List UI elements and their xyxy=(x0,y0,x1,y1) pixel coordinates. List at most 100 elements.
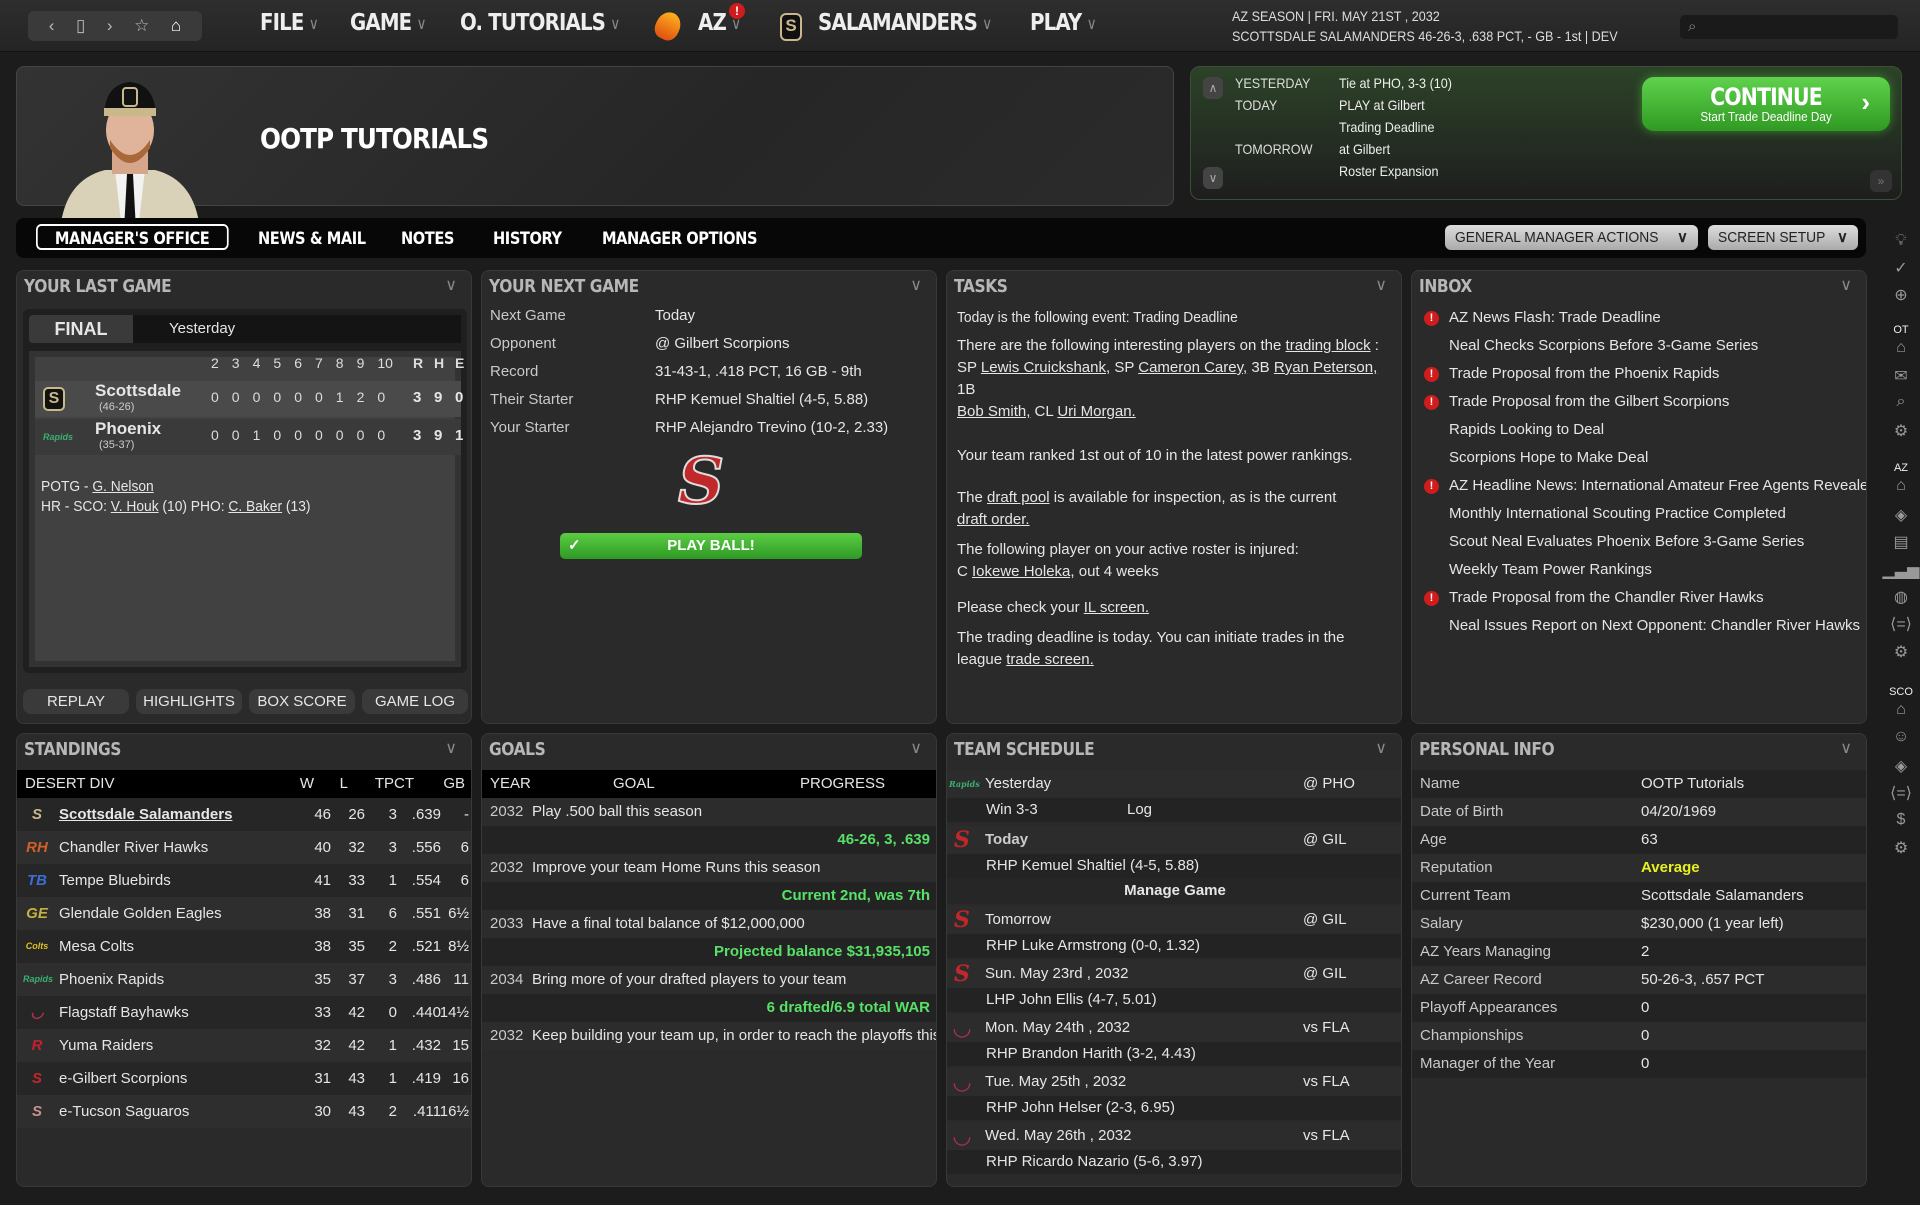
chevron-down-icon[interactable]: ∨ xyxy=(910,275,922,295)
player-link[interactable]: Cameron Carey, xyxy=(1138,359,1247,376)
inbox-item[interactable]: ! Trade Proposal from the Gilbert Scorpio… xyxy=(1412,393,1866,417)
page-icon[interactable]: ▯ xyxy=(76,16,85,36)
team-name[interactable]: Phoenix xyxy=(95,419,161,439)
home-icon[interactable]: ⌂ xyxy=(1882,701,1920,719)
gm-actions-dropdown[interactable]: GENERAL MANAGER ACTIONS ∨ xyxy=(1445,225,1698,250)
checkmark-icon[interactable]: ✓ xyxy=(1882,258,1920,278)
standings-row[interactable]: TB Tempe Bluebirds 41 33 1 .554 6 xyxy=(17,864,471,897)
chevron-down-icon[interactable]: ∨ xyxy=(1840,275,1852,295)
play-ball-button[interactable]: ✓ PLAY BALL! xyxy=(560,533,862,559)
inbox-item[interactable]: Neal Checks Scorpions Before 3-Game Seri… xyxy=(1412,337,1866,361)
search-input[interactable]: ⌕ xyxy=(1680,15,1898,39)
hr-sco-link[interactable]: V. Houk xyxy=(111,498,159,515)
standings-row[interactable]: S Scottsdale Salamanders 46 26 3 .639 - xyxy=(17,798,471,831)
back-icon[interactable]: ‹ xyxy=(49,16,55,36)
game-log-link[interactable]: Log xyxy=(1127,798,1152,822)
chevron-down-icon[interactable]: ∨ xyxy=(910,738,922,758)
trade-icon[interactable]: ⟨=⟩ xyxy=(1882,783,1920,803)
team-name[interactable]: Scottsdale xyxy=(95,381,181,401)
manage-game-button[interactable]: Manage Game xyxy=(947,878,1401,904)
box-score-button[interactable]: BOX SCORE xyxy=(249,689,355,714)
mail-icon[interactable]: ✉ xyxy=(1882,366,1920,386)
team-name[interactable]: e-Tucson Saguaros xyxy=(59,1095,189,1128)
inbox-item[interactable]: Scout Neal Evaluates Phoenix Before 3-Ga… xyxy=(1412,533,1866,557)
column-header[interactable]: W xyxy=(300,770,314,798)
star-icon[interactable]: ☆ xyxy=(134,16,149,36)
standings-row[interactable]: Rapids Phoenix Rapids 35 37 3 .486 11 xyxy=(17,963,471,996)
inbox-item[interactable]: ! AZ News Flash: Trade Deadline xyxy=(1412,309,1866,333)
lightbulb-icon[interactable]: 💡︎ xyxy=(1882,232,1920,250)
column-header[interactable]: GB xyxy=(443,770,465,798)
column-header[interactable]: T xyxy=(375,770,384,798)
team-name[interactable]: e-Gilbert Scorpions xyxy=(59,1062,187,1095)
globe-icon[interactable]: ⊕ xyxy=(1882,285,1920,305)
menu-file[interactable]: FILE ∨ xyxy=(260,10,319,36)
menu-tutorials[interactable]: O. TUTORIALS ∨ xyxy=(460,10,620,36)
chevron-up-icon[interactable]: ∧ xyxy=(1203,77,1223,99)
team-name[interactable]: Glendale Golden Eagles xyxy=(59,897,222,930)
inbox-item[interactable]: Scorpions Hope to Make Deal xyxy=(1412,449,1866,473)
dollar-icon[interactable]: $ xyxy=(1882,811,1920,829)
eye-icon[interactable]: ◈ xyxy=(1882,756,1920,776)
trading-block-link[interactable]: trading block xyxy=(1286,337,1371,354)
team-name[interactable]: Phoenix Rapids xyxy=(59,963,164,996)
schedule-game[interactable]: ◡ Wed. May 26th , 2032 vs FLA xyxy=(947,1122,1401,1150)
draft-order-link[interactable]: draft order. xyxy=(957,511,1030,528)
search-icon[interactable]: ⌕ xyxy=(1882,393,1920,411)
bar-chart-icon[interactable]: ▁▃▅ xyxy=(1882,560,1920,580)
menu-play[interactable]: PLAY ∨ xyxy=(1030,10,1097,36)
schedule-game[interactable]: S Sun. May 23rd , 2032 @ GIL xyxy=(947,960,1401,988)
player-link[interactable]: Bob Smith, xyxy=(957,403,1030,420)
replay-button[interactable]: REPLAY xyxy=(23,689,129,714)
fast-forward-icon[interactable]: » xyxy=(1870,170,1892,192)
chevron-down-icon[interactable]: ∨ xyxy=(445,275,457,295)
column-header[interactable]: PCT xyxy=(384,770,414,798)
inbox-item[interactable]: ! Trade Proposal from the Phoenix Rapids xyxy=(1412,365,1866,389)
menu-game[interactable]: GAME ∨ xyxy=(350,10,427,36)
tab-news-mail[interactable]: NEWS & MAIL xyxy=(258,226,366,252)
forward-icon[interactable]: › xyxy=(107,16,113,36)
team-name[interactable]: Chandler River Hawks xyxy=(59,831,208,864)
menu-salamanders[interactable]: SALAMANDERS ∨ xyxy=(818,10,992,36)
standings-row[interactable]: Colts Mesa Colts 38 35 2 .521 8½ xyxy=(17,930,471,963)
id-card-icon[interactable]: ▤ xyxy=(1882,532,1920,552)
schedule-game[interactable]: Rapids Yesterday @ PHO xyxy=(947,770,1401,798)
schedule-game[interactable]: ◡ Mon. May 24th , 2032 vs FLA xyxy=(947,1014,1401,1042)
team-name[interactable]: Yuma Raiders xyxy=(59,1029,153,1062)
player-link[interactable]: Ryan Peterson, xyxy=(1274,359,1377,376)
gear-icon[interactable]: ⚙ xyxy=(1882,642,1920,662)
hr-pho-link[interactable]: C. Baker xyxy=(228,498,282,515)
standings-row[interactable]: ◡ Flagstaff Bayhawks 33 42 0 .440 14½ xyxy=(17,996,471,1029)
tab-manager-options[interactable]: MANAGER OPTIONS xyxy=(602,226,757,252)
tab-managers-office[interactable]: MANAGER'S OFFICE xyxy=(36,224,229,250)
inbox-item[interactable]: Rapids Looking to Deal xyxy=(1412,421,1866,445)
chevron-down-icon[interactable]: ∨ xyxy=(1375,738,1387,758)
manager-icon[interactable]: ☺ xyxy=(1882,728,1920,746)
standings-row[interactable]: RH Chandler River Hawks 40 32 3 .556 6 xyxy=(17,831,471,864)
tab-history[interactable]: HISTORY xyxy=(493,226,562,252)
chevron-down-icon[interactable]: ∨ xyxy=(1203,167,1223,189)
standings-row[interactable]: Se-Tucson Saguaros 30 43 2 .411 16½ xyxy=(17,1095,471,1128)
column-header[interactable]: L xyxy=(340,770,348,798)
injured-player-link[interactable]: Iokewe Holeka, xyxy=(972,563,1075,580)
standings-row[interactable]: Se-Gilbert Scorpions 31 43 1 .419 16 xyxy=(17,1062,471,1095)
il-screen-link[interactable]: IL screen. xyxy=(1084,599,1149,616)
screen-setup-dropdown[interactable]: SCREEN SETUP ∨ xyxy=(1708,225,1858,250)
eye-icon[interactable]: ◈ xyxy=(1882,505,1920,525)
column-header[interactable]: DESERT DIV xyxy=(25,770,114,798)
team-name[interactable]: Tempe Bluebirds xyxy=(59,864,171,897)
inbox-item[interactable]: Monthly International Scouting Practice … xyxy=(1412,505,1866,529)
continue-button[interactable]: CONTINUE Start Trade Deadline Day › xyxy=(1642,77,1890,131)
schedule-game[interactable]: S Tomorrow @ GIL xyxy=(947,906,1401,934)
team-name[interactable]: Scottsdale Salamanders xyxy=(59,798,232,831)
schedule-game[interactable]: ◡ Tue. May 25th , 2032 vs FLA xyxy=(947,1068,1401,1096)
player-link[interactable]: Uri Morgan. xyxy=(1057,403,1135,420)
player-link[interactable]: Lewis Cruickshank, xyxy=(981,359,1110,376)
game-log-button[interactable]: GAME LOG xyxy=(362,689,468,714)
gear-icon[interactable]: ⚙ xyxy=(1882,838,1920,858)
chevron-down-icon[interactable]: ∨ xyxy=(445,738,457,758)
inbox-item[interactable]: Weekly Team Power Rankings xyxy=(1412,561,1866,585)
schedule-game[interactable]: S Today @ GIL xyxy=(947,826,1401,854)
standings-row[interactable]: GE Glendale Golden Eagles 38 31 6 .551 6½ xyxy=(17,897,471,930)
home-icon[interactable]: ⌂ xyxy=(1882,477,1920,495)
